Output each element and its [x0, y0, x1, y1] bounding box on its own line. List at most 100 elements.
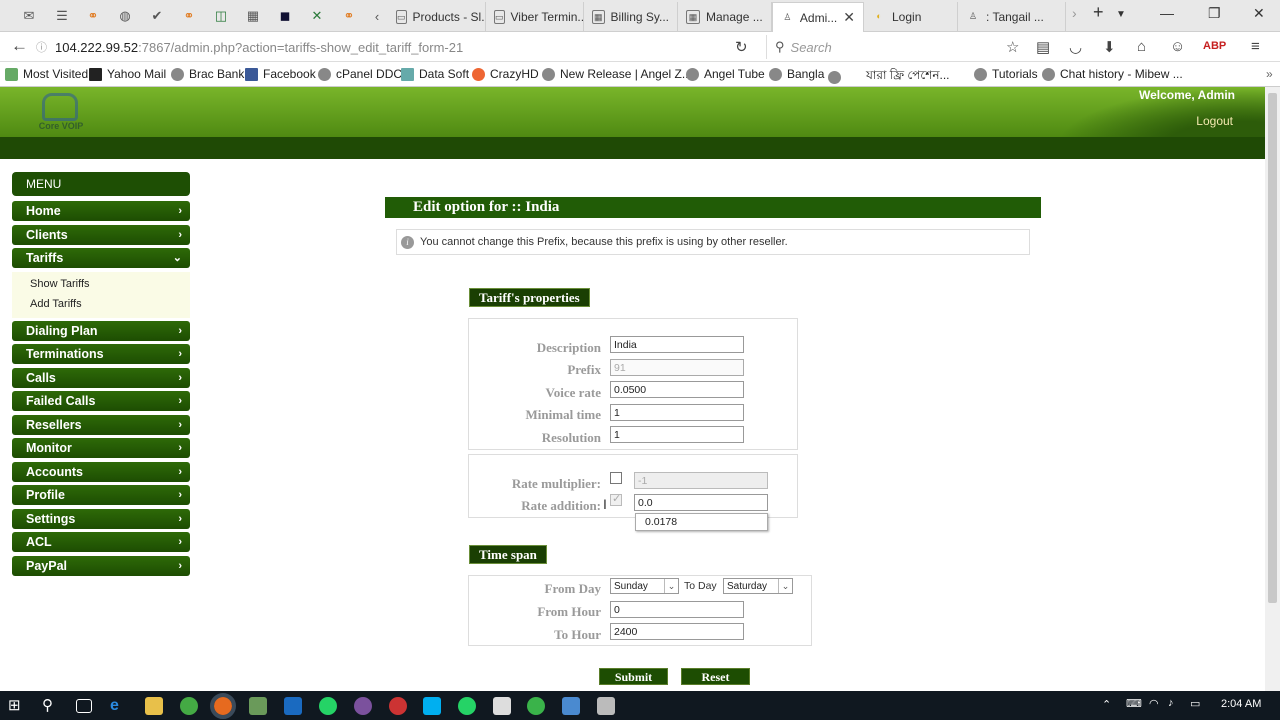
sidebar-item-acl[interactable]: ACL ›	[12, 532, 190, 552]
chevron-up-icon[interactable]: ⌃	[1102, 698, 1111, 711]
minimal-time-input[interactable]	[610, 404, 744, 421]
bookmark-new-release[interactable]: New Release | Angel Z...	[542, 67, 692, 81]
logo[interactable]: Core VOIP	[26, 91, 96, 135]
whatsapp-icon[interactable]	[458, 697, 476, 715]
tab-manage[interactable]: ▦ Manage ...	[678, 2, 772, 32]
download-icon[interactable]: ⬇	[1103, 38, 1116, 56]
bookmark-cpanel[interactable]: cPanel DDC	[318, 67, 402, 81]
scrollbar-thumb[interactable]	[1268, 93, 1277, 603]
wifi-icon[interactable]: ◠	[1149, 697, 1159, 710]
submit-button[interactable]: Submit	[599, 668, 668, 685]
smiley-icon[interactable]: ☺	[1170, 38, 1185, 55]
notepad-icon[interactable]	[493, 697, 511, 715]
viber-icon[interactable]	[354, 697, 372, 715]
tab-admin[interactable]: ♙ Admi... ✕	[772, 2, 864, 32]
submenu-add-tariffs[interactable]: Add Tariffs	[30, 294, 190, 314]
sidebar-item-calls[interactable]: Calls ›	[12, 367, 190, 388]
to-hour-input[interactable]	[610, 623, 744, 640]
whatsapp-icon[interactable]	[319, 697, 337, 715]
sidebar-item-tariffs[interactable]: Tariffs ⌄	[12, 248, 190, 268]
search-icon[interactable]: ⚲	[42, 697, 60, 715]
tab-login[interactable]: ◐ Login	[864, 2, 958, 32]
rate-addition-checkbox[interactable]	[610, 492, 622, 506]
bold-icon[interactable]: ◼	[274, 6, 296, 26]
autocomplete-suggestion[interactable]: 0.0178	[635, 513, 768, 531]
reload-icon[interactable]: ↻	[735, 38, 748, 56]
chrome-icon[interactable]	[180, 697, 198, 715]
sidebar-item-accounts[interactable]: Accounts ›	[12, 461, 190, 482]
excel-icon[interactable]: ✕	[306, 6, 328, 26]
resolution-input[interactable]	[610, 426, 744, 443]
bookmark-brac[interactable]: Brac Bank	[171, 67, 244, 81]
task-view-icon[interactable]	[76, 699, 92, 713]
sidebar-item-home[interactable]: Home ›	[12, 201, 190, 221]
bookmark-star-icon[interactable]: ☆	[1006, 38, 1019, 56]
restore-icon[interactable]: ❐	[1208, 5, 1221, 22]
bookmark-bengali[interactable]: যারা ফ্রি পেশেন...	[828, 67, 950, 87]
keyboard-icon[interactable]: ⌨	[1126, 697, 1142, 710]
search-input[interactable]: ⚲ Search	[766, 35, 991, 59]
tab-products[interactable]: ▭ Products - Sl...	[388, 2, 486, 32]
folder-icon[interactable]	[145, 697, 163, 715]
close-icon[interactable]: ✕	[837, 9, 855, 26]
sidebar-item-clients[interactable]: Clients ›	[12, 224, 190, 245]
bookmark-datasoft[interactable]: Data Soft	[401, 67, 469, 81]
reset-button[interactable]: Reset	[681, 668, 750, 685]
sidebar-item-failed-calls[interactable]: Failed Calls ›	[12, 391, 190, 411]
bookmark-crazyhd[interactable]: CrazyHD	[472, 67, 539, 81]
firefox-icon[interactable]	[210, 693, 236, 719]
pocket-icon[interactable]: ◡	[1069, 38, 1082, 56]
sidebar-item-paypal[interactable]: PayPal ›	[12, 555, 190, 576]
volume-icon[interactable]: ♪	[1168, 697, 1174, 709]
url-bar[interactable]: ⓘ 104.222.99.52:7867/admin.php?action=ta…	[36, 35, 756, 59]
chevron-down-icon[interactable]: ▼	[1116, 9, 1126, 20]
back-icon[interactable]: ←	[11, 36, 28, 56]
outlook-icon[interactable]	[284, 697, 302, 715]
bookmark-facebook[interactable]: Facebook	[245, 67, 316, 81]
bookmark-most-visited[interactable]: Most Visited	[5, 67, 88, 81]
submenu-show-tariffs[interactable]: Show Tariffs	[30, 274, 190, 294]
notification-icon[interactable]: ▭	[1190, 697, 1200, 710]
link-icon[interactable]: ⚭	[338, 6, 360, 26]
sidebar-item-resellers[interactable]: Resellers ›	[12, 414, 190, 435]
remote-desktop-icon[interactable]	[562, 697, 580, 715]
home-icon[interactable]: ⌂	[1137, 38, 1146, 55]
vf-icon[interactable]: ✔	[146, 6, 168, 26]
hamburger-menu-icon[interactable]: ≡	[1251, 38, 1260, 55]
sidebar-item-terminations[interactable]: Terminations ›	[12, 344, 190, 364]
app-icon[interactable]	[249, 697, 267, 715]
logout-link[interactable]: Logout	[1196, 114, 1233, 128]
sidebar-item-monitor[interactable]: Monitor ›	[12, 438, 190, 458]
sidebar-item-profile[interactable]: Profile ›	[12, 485, 190, 505]
bookmark-tutorials[interactable]: Tutorials	[974, 67, 1038, 81]
tab-billing[interactable]: ▦ Billing Sy...	[584, 2, 678, 32]
rate-multiplier-checkbox[interactable]	[610, 472, 622, 484]
app-icon[interactable]	[597, 697, 615, 715]
globe-icon[interactable]: ◍	[114, 6, 136, 26]
info-icon[interactable]: ⓘ	[36, 39, 47, 55]
bookmarks-list-icon[interactable]: ▤	[1036, 38, 1050, 56]
new-tab-icon[interactable]: +	[1093, 2, 1104, 23]
windows-start-icon[interactable]: ⊞	[8, 697, 26, 715]
menu-icon[interactable]: ☰	[51, 6, 73, 26]
ds-icon[interactable]: ◫	[210, 6, 232, 26]
tab-viber[interactable]: ▭ Viber Termin...	[486, 2, 584, 32]
edge-icon[interactable]: e	[110, 697, 128, 715]
close-window-icon[interactable]: ✕	[1253, 5, 1265, 22]
sidebar-item-dialing-plan[interactable]: Dialing Plan ›	[12, 320, 190, 341]
minimize-icon[interactable]: —	[1160, 5, 1174, 21]
page-scrollbar[interactable]	[1265, 87, 1280, 691]
bookmark-bangla[interactable]: Bangla	[769, 67, 824, 81]
chart-icon[interactable]: ▦	[242, 6, 264, 26]
description-input[interactable]	[610, 336, 744, 353]
sidebar-item-settings[interactable]: Settings ›	[12, 508, 190, 529]
scroll-left-icon[interactable]: ‹	[366, 6, 388, 26]
voice-rate-input[interactable]	[610, 381, 744, 398]
bookmark-chat-history[interactable]: Chat history - Mibew ...	[1042, 67, 1183, 81]
link-icon[interactable]: ⚭	[178, 6, 200, 26]
skype-icon[interactable]	[423, 697, 441, 715]
from-day-select[interactable]: Sunday ⌄	[610, 578, 679, 594]
mail-icon[interactable]: ✉	[18, 6, 40, 26]
from-hour-input[interactable]	[610, 601, 744, 618]
scroll-right-icon[interactable]: ›	[1072, 5, 1077, 21]
